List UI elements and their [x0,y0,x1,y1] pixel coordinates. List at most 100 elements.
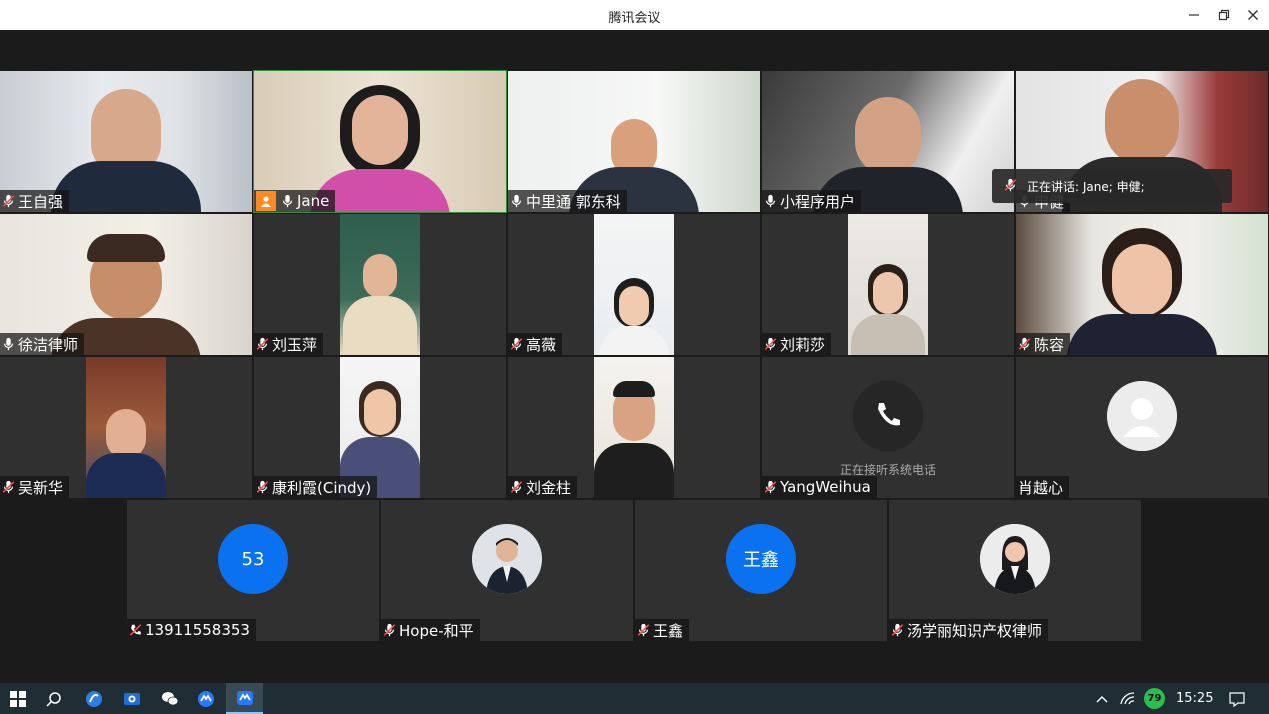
wifi-button[interactable] [1118,683,1138,714]
close-button[interactable] [1241,3,1265,27]
tencent-meeting-icon [198,690,214,707]
participant-name-bar: Jane [254,190,336,212]
participant-name: 刘玉萍 [272,335,318,354]
video-tile[interactable]: 中里通 郭东科 [508,71,760,212]
participant-face [1105,79,1179,165]
video-grid: 王自强 Jane 中里通 郭东科 小程序用户 徐洁律师 刘玉萍 高薇 刘莉莎 陈… [0,30,1269,683]
clock[interactable]: 15:25 [1176,691,1213,706]
participant-name: 陈容 [1034,335,1065,354]
participant-avatar: 王鑫 [726,524,796,594]
video-tile[interactable]: 高薇 [508,214,760,355]
participant-name: 汤学丽知识产权律师 [907,621,1043,640]
participant-name-bar: 汤学丽知识产权律师 [889,619,1049,641]
participant-name-bar: 刘金柱 [508,476,578,498]
participant-name-bar: 小程序用户 [762,190,862,212]
taskbar-app-tencent-meeting-active[interactable] [226,683,263,714]
taskbar-app-wechat[interactable] [156,683,184,714]
video-tile[interactable]: 刘莉莎 [762,214,1014,355]
video-tile[interactable]: 肖越心 [1016,357,1268,498]
participant-name: Jane [297,192,330,210]
browser-icon [86,690,102,707]
participant-name-bar: 高薇 [508,333,563,355]
video-tile[interactable]: Hope-和平 [381,500,633,641]
participant-name: 刘莉莎 [780,335,826,354]
participant-avatar [1107,381,1177,451]
wechat-icon [162,691,179,705]
participant-name: 小程序用户 [780,192,856,211]
battery-indicator[interactable]: 79 [1144,688,1165,709]
video-feed [594,214,674,355]
participant-name-bar: 13911558353 [127,619,256,641]
participant-name: 高薇 [526,335,557,354]
video-tile[interactable]: 王鑫 王鑫 [635,500,887,641]
video-tile[interactable]: 康利霞(Cindy) [254,357,506,498]
mic-on-icon [764,194,777,208]
video-tile[interactable]: 小程序用户 [762,71,1014,212]
participant-name: 王鑫 [653,621,684,640]
tencent-meeting-icon [236,690,253,705]
participant-name-bar: 中里通 郭东科 [508,190,627,212]
restore-icon [1218,9,1230,21]
video-tile[interactable]: 刘金柱 [508,357,760,498]
speaking-text: 正在讲话: Jane; 申健; [1027,179,1145,194]
video-tile[interactable]: 陈容 [1016,214,1268,355]
video-tile[interactable]: 刘玉萍 [254,214,506,355]
video-tile[interactable]: 正在接听系统电话 YangWeihua [762,357,1014,498]
participant-name-bar: YangWeihua [762,476,877,498]
video-feed [340,214,420,355]
video-tile[interactable]: 徐洁律师 [0,214,252,355]
participant-name: YangWeihua [780,478,871,496]
ocr-tool-icon [124,692,140,705]
participant-name-bar: Hope-和平 [381,619,480,641]
mic-muted-icon [510,337,523,351]
windows-start-button[interactable] [4,683,32,714]
speaking-indicator: 正在讲话: Jane; 申健; [992,169,1232,203]
mic-muted-icon [256,337,269,351]
participant-face [352,95,408,165]
participant-hair [87,234,165,262]
tray-expand-button[interactable] [1092,683,1112,714]
restore-button[interactable] [1212,3,1236,27]
mic-muted-icon [2,480,15,494]
video-tile[interactable]: 53 13911558353 [127,500,379,641]
participant-name-bar: 刘玉萍 [254,333,324,355]
host-icon [256,191,276,211]
minimize-icon [1189,14,1199,16]
participant-name-bar: 陈容 [1016,333,1071,355]
mic-on-icon [510,194,523,208]
search-button[interactable] [40,683,68,714]
video-tile[interactable]: 王自强 [0,71,252,212]
default-user-icon [1107,381,1177,451]
participant-avatar [472,524,542,594]
mic-muted-icon [637,623,650,637]
participant-face [1112,244,1172,316]
close-icon [1248,10,1258,20]
participant-name: 中里通 郭东科 [526,192,621,211]
mic-muted-icon [891,623,904,637]
phone-muted-icon [129,623,142,637]
participant-body [1067,314,1217,355]
participant-name: 吴新华 [18,478,64,497]
video-tile[interactable]: Jane [253,70,507,213]
participant-body [51,161,201,212]
wifi-icon [1120,691,1135,704]
mic-muted-icon [1018,337,1031,351]
participant-avatar [980,524,1050,594]
taskbar-app-ocr[interactable] [118,683,146,714]
video-tile[interactable]: 吴新华 [0,357,252,498]
participant-name: 徐洁律师 [18,335,79,354]
participant-name: 肖越心 [1018,478,1064,497]
participant-name: Hope-和平 [399,621,474,640]
video-feed [594,357,674,498]
notification-center-button[interactable] [1224,683,1250,714]
taskbar-app-tencent-meeting[interactable] [192,683,220,714]
participant-name-bar: 肖越心 [1016,476,1070,498]
participant-name-bar: 王鑫 [635,619,690,641]
video-tile[interactable]: 汤学丽知识产权律师 [889,500,1141,641]
taskbar-app-browser[interactable] [80,683,108,714]
minimize-button[interactable] [1182,3,1206,27]
participant-name: 康利霞(Cindy) [272,478,372,497]
mic-on-icon [2,337,15,351]
participant-name-bar: 康利霞(Cindy) [254,476,378,498]
mic-muted-icon [764,480,777,494]
